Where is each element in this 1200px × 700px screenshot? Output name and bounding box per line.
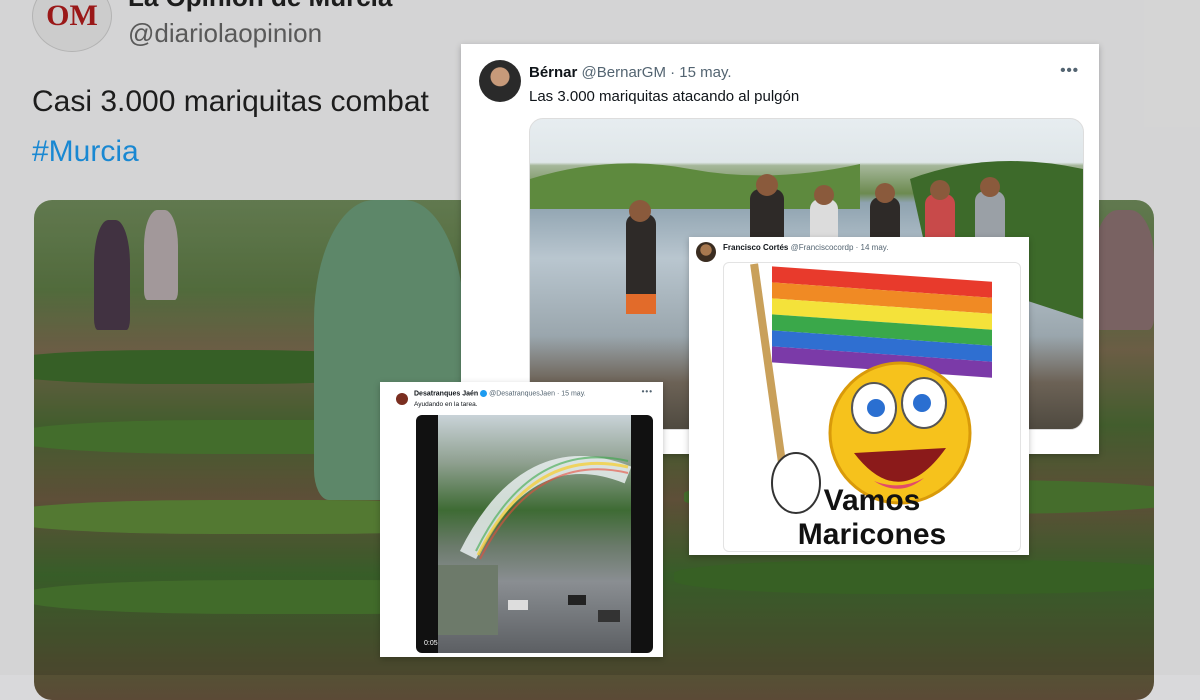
image-caption-line2: Maricones xyxy=(797,518,947,551)
avatar[interactable] xyxy=(396,393,408,405)
author-handle[interactable]: @Franciscocordp xyxy=(791,243,854,252)
tweet-date[interactable]: 15 may. xyxy=(561,390,585,397)
video-player[interactable]: 0:05 xyxy=(416,415,653,653)
author-handle[interactable]: @BernarGM xyxy=(582,64,666,81)
tweet-date[interactable]: 15 may. xyxy=(679,64,731,81)
hashtag-link[interactable]: #Murcia xyxy=(32,135,139,169)
video-timestamp: 0:05 xyxy=(424,640,438,647)
avatar[interactable] xyxy=(479,60,521,102)
more-dots-icon[interactable]: ••• xyxy=(642,387,653,396)
author-handle[interactable]: @DesatranquesJaen xyxy=(489,390,555,397)
avatar[interactable] xyxy=(696,242,716,262)
tweet-card-francisco[interactable]: Francisco Cortés @Franciscocordp · 14 ma… xyxy=(689,237,1029,555)
tweet-header: Desatranques Jaén @DesatranquesJaen · 15… xyxy=(414,390,586,397)
more-dots-icon[interactable]: ••• xyxy=(1060,62,1079,79)
video-frame xyxy=(438,415,632,653)
author-name[interactable]: Desatranques Jaén xyxy=(414,390,478,397)
account-handle[interactable]: @diariolaopinion xyxy=(128,18,322,49)
tweet-text: Ayudando en la tarea. xyxy=(414,401,478,408)
separator: · xyxy=(556,390,560,398)
image-caption-line1: Vamos xyxy=(823,484,921,517)
account-logo[interactable]: OM xyxy=(32,0,112,52)
tweet-card-desatranques[interactable]: Desatranques Jaén @DesatranquesJaen · 15… xyxy=(380,382,663,657)
logo-text: OM xyxy=(46,0,98,32)
tweet-text: Casi 3.000 mariquitas combat xyxy=(32,85,429,118)
tweet-text: Las 3.000 mariquitas atacando al pulgón xyxy=(529,88,800,105)
rainbow-flag-emoji-image[interactable]: Vamos Maricones xyxy=(723,262,1021,552)
tweet-date[interactable]: 14 may. xyxy=(861,243,889,252)
separator: · xyxy=(855,243,859,252)
rainbow-water-illustration xyxy=(438,456,632,635)
verified-badge-icon xyxy=(480,390,488,397)
separator: · xyxy=(670,64,676,81)
tweet-header: Francisco Cortés @Franciscocordp · 14 ma… xyxy=(723,243,888,252)
author-name[interactable]: Francisco Cortés xyxy=(723,243,788,252)
account-name[interactable]: La Opinión de Murcia xyxy=(128,0,392,13)
author-name[interactable]: Bérnar xyxy=(529,64,577,81)
tweet-header: Bérnar @BernarGM · 15 may. xyxy=(529,64,732,81)
